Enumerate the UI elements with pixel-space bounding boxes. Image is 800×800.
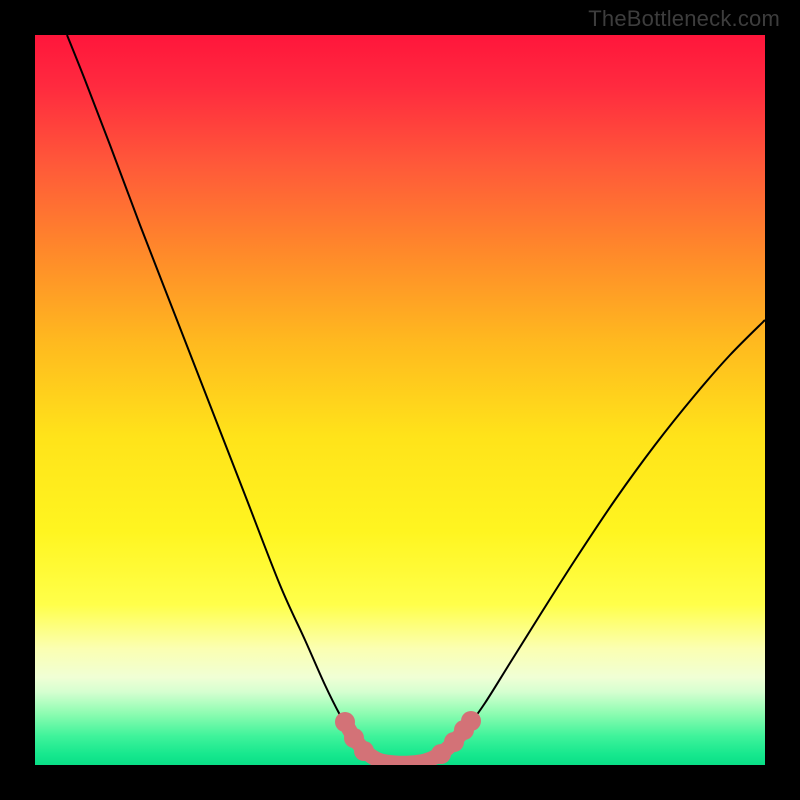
chart-frame: TheBottleneck.com [0, 0, 800, 800]
bottleneck-chart [35, 35, 765, 765]
optimal-zone-knot [354, 741, 374, 761]
plot-area [35, 35, 765, 765]
optimal-zone-knot [461, 711, 481, 731]
watermark-text: TheBottleneck.com [588, 6, 780, 32]
gradient-background [35, 35, 765, 765]
